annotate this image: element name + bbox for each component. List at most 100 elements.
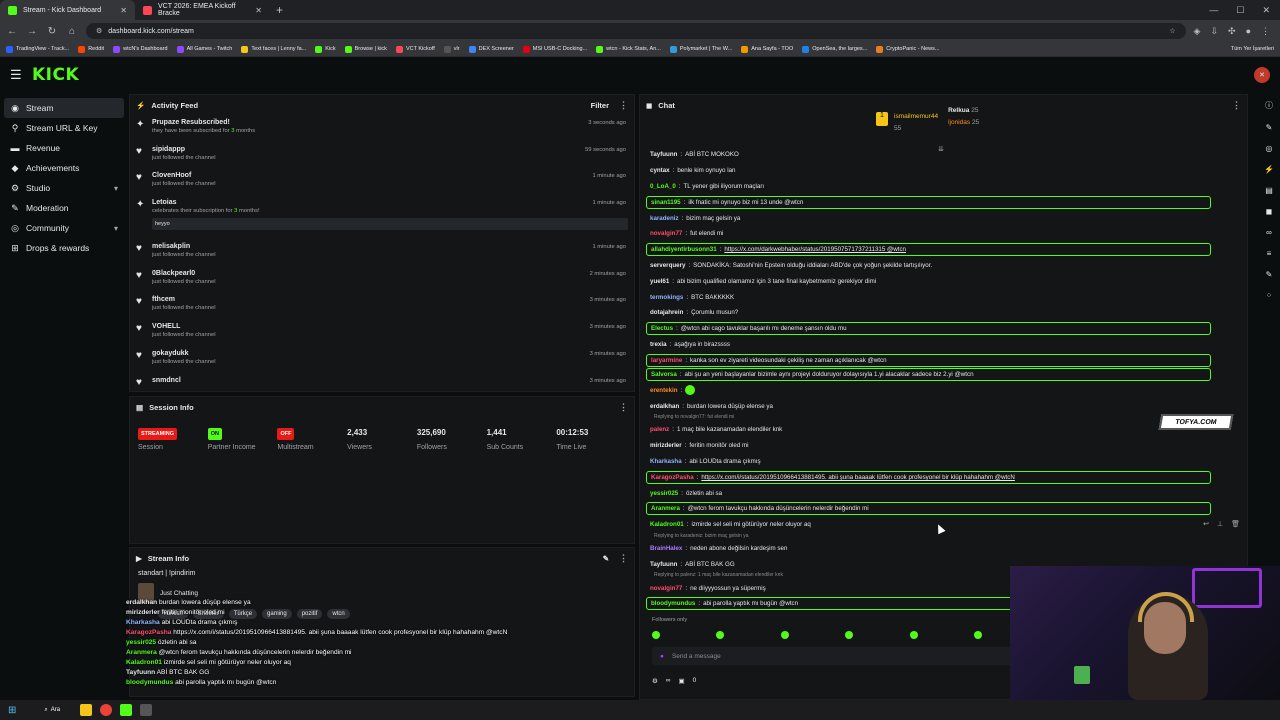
leader-name[interactable]: ljonidas — [948, 119, 970, 126]
app-icon[interactable] — [120, 704, 133, 716]
activity-name[interactable]: Letoias — [152, 199, 628, 206]
stream-info-menu-icon[interactable]: ⋮ — [619, 553, 628, 564]
mic-icon[interactable]: ● — [660, 653, 664, 660]
file-explorer-icon[interactable] — [80, 704, 93, 716]
bookmark-item[interactable]: VCT Kickoff — [395, 45, 435, 53]
menu-kebab-icon[interactable]: ⋮ — [1261, 26, 1270, 37]
chat-message[interactable]: karadeniz: bizim maç gelsin ya — [646, 210, 1211, 226]
bookmark-item[interactable]: Browse | kick — [344, 45, 387, 53]
activity-name[interactable]: sipidappp — [152, 146, 628, 153]
chat-username[interactable]: 0_LoA_0 — [650, 183, 676, 190]
chat-message[interactable]: serverquery: SONDAKİKA: Satoshi'nin Epst… — [646, 258, 1211, 274]
chat-menu-icon[interactable]: ⋮ — [1232, 100, 1241, 111]
chat-message[interactable]: cyntax: benle kim oynuyo lan — [646, 163, 1211, 179]
kick-logo[interactable]: KICK — [32, 65, 79, 85]
chat-username[interactable]: Salvorsa — [651, 371, 677, 378]
url-field[interactable]: ⚙ dashboard.kick.com/stream ☆ — [86, 23, 1186, 39]
infinity-icon[interactable]: ∞ — [666, 677, 671, 685]
user-avatar[interactable]: ✕ — [1254, 67, 1270, 83]
chat-message[interactable]: BrainHalex: neden abone değilsin kardeşi… — [646, 541, 1211, 557]
sidebar-item-community[interactable]: ◎ Community ▾ — [4, 218, 124, 238]
bookmark-item[interactable]: Polymarket | The W... — [669, 45, 732, 53]
activity-menu-icon[interactable]: ⋮ — [619, 100, 628, 111]
windows-start-icon[interactable]: ⊞ — [8, 705, 16, 716]
chat-username[interactable]: laryarmine — [651, 357, 682, 364]
chrome-icon[interactable] — [100, 704, 113, 716]
chat-message[interactable]: yessir025: özletin abi sa — [646, 485, 1211, 501]
maximize-icon[interactable]: ☐ — [1236, 5, 1244, 16]
reload-icon[interactable]: ↻ — [46, 26, 58, 37]
emote-icon[interactable] — [652, 631, 660, 639]
chat-message[interactable]: Kharkasha: abi LOUDta drama çıkmış — [646, 454, 1211, 470]
taskbar-search[interactable]: ⌕ Ara — [44, 707, 60, 714]
chat-username[interactable]: Aranmera — [651, 505, 680, 512]
bookmark-item[interactable]: TradingView - Track... — [6, 45, 69, 53]
emote-icon[interactable] — [845, 631, 854, 639]
chat-message[interactable]: dotajahrein: Çorumlu musun? — [646, 305, 1211, 321]
chat-message[interactable]: palenz: 1 maç bile kazanamadan elendiler… — [646, 422, 1211, 438]
sidebar-item-moderation[interactable]: ✎ Moderation — [4, 198, 124, 218]
hamburger-menu-icon[interactable]: ☰ — [10, 67, 24, 83]
profile-icon[interactable]: ● — [1246, 26, 1251, 37]
chat-username[interactable]: serverquery — [650, 262, 685, 269]
bookmark-item[interactable]: MSI USB-C Docking... — [522, 45, 587, 53]
chat-username[interactable]: Kaladron01 — [650, 521, 684, 528]
link-icon[interactable]: ∞ — [1266, 228, 1272, 237]
extension-icon[interactable]: ◈ — [1194, 26, 1201, 37]
bookmark-item[interactable]: vlr — [443, 45, 460, 53]
bookmark-item[interactable]: wtcn - Kick Stats, An... — [596, 45, 661, 53]
activity-name[interactable]: gokaydukk — [152, 350, 628, 357]
chat-message[interactable]: 0_LoA_0: TL yener gibi iliyorum maçları — [646, 179, 1211, 195]
stack-icon[interactable]: ≡ — [1267, 249, 1272, 258]
camera-icon[interactable]: ◎ — [1266, 144, 1273, 153]
close-window-icon[interactable]: ✕ — [1262, 5, 1270, 16]
chat-username[interactable]: Tayfuunn — [650, 151, 677, 158]
app-icon[interactable] — [140, 704, 153, 716]
chat-username[interactable]: BrainHalex — [650, 545, 682, 552]
pin-icon[interactable]: ⊥ — [1217, 520, 1223, 528]
chat-message[interactable]: Electus: @wtcn abi cago tavuklar başarıl… — [646, 322, 1211, 336]
wrench-icon[interactable]: ✎ — [1266, 270, 1273, 279]
sidebar-item-stream-url-key[interactable]: ⚲ Stream URL & Key — [4, 118, 124, 138]
chat-message[interactable]: laryarmine: kanka son ev ziyareti videos… — [646, 353, 1211, 367]
chat-username[interactable]: palenz — [650, 426, 669, 433]
bookmark-star-icon[interactable]: ☆ — [1169, 27, 1175, 35]
chat-username[interactable]: mirizderler — [650, 442, 682, 449]
new-tab-button[interactable]: + — [270, 3, 289, 17]
chat-username[interactable]: novalgin77 — [650, 585, 682, 592]
browser-tab-vct[interactable]: VCT 2026: EMEA Kickoff Bracke ✕ — [135, 0, 270, 20]
back-icon[interactable]: ← — [6, 26, 18, 37]
home-icon[interactable]: ⌂ — [66, 26, 78, 37]
puzzle-icon[interactable]: ✣ — [1228, 26, 1236, 37]
sidebar-item-drops-rewards[interactable]: ⊞ Drops & rewards — [4, 238, 124, 258]
chat-username[interactable]: erdalkhan — [650, 403, 679, 410]
chat-message[interactable]: Salvorsa: abi şu an yeni başlayanlar biz… — [646, 368, 1211, 382]
chat-message[interactable]: trexia: aşağıya in birazssss — [646, 337, 1211, 353]
activity-name[interactable]: VOHELL — [152, 323, 628, 330]
nodes-icon[interactable]: ⁘ — [1266, 291, 1273, 300]
chat-message[interactable]: Aranmera: @wtcn ferom tavukçu hakkında d… — [646, 502, 1211, 516]
chat-input[interactable]: ● Send a message — [652, 647, 1012, 665]
bookmark-item[interactable]: Ana Sayfa - TOO — [741, 45, 793, 53]
emote-icon[interactable] — [716, 631, 725, 639]
activity-name[interactable]: Prupaze Resubscribed! — [152, 119, 628, 126]
pencil-icon[interactable]: ✎ — [1266, 123, 1273, 132]
close-tab-icon[interactable]: ✕ — [120, 6, 127, 15]
chat-username[interactable]: KaragozPasha — [651, 474, 694, 481]
settings-icon[interactable]: ⚙ — [652, 677, 658, 685]
forward-icon[interactable]: → — [26, 26, 38, 37]
bookmark-item[interactable]: DEX Screener — [468, 45, 514, 53]
browser-tab-kick[interactable]: Stream - Kick Dashboard ✕ — [0, 0, 135, 20]
info-icon[interactable]: ⓘ — [1265, 100, 1273, 111]
all-bookmarks-button[interactable]: Tüm Yer İşaretleri — [1231, 46, 1274, 52]
chat-link[interactable]: https://x.com/i/status/20195109664138814… — [701, 474, 1014, 481]
chat-message[interactable]: allahdiyentirbusonn31: https://x.com/dar… — [646, 243, 1211, 257]
minimize-icon[interactable]: — — [1209, 5, 1218, 16]
chat-message[interactable]: KaragozPasha: https://x.com/i/status/201… — [646, 470, 1211, 484]
chat-message[interactable]: erentekin: — [646, 382, 1211, 398]
chat-username[interactable]: bloodymundus — [651, 600, 695, 607]
sidebar-item-stream[interactable]: ◉ Stream — [4, 98, 124, 118]
filter-button[interactable]: Filter — [591, 101, 609, 110]
activity-name[interactable]: ClovenHoof — [152, 172, 628, 179]
bookmark-item[interactable]: Kick — [315, 45, 336, 53]
